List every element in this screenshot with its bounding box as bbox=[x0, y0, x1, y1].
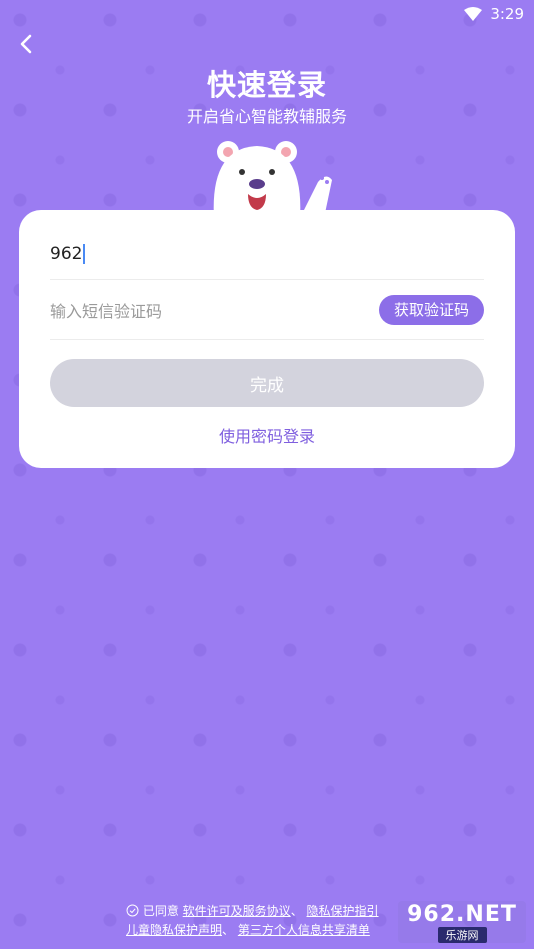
get-code-button[interactable]: 获取验证码 bbox=[378, 294, 484, 325]
child-privacy-link[interactable]: 儿童隐私保护声明 bbox=[126, 923, 222, 937]
watermark-bottom: 乐游网 bbox=[437, 926, 487, 943]
text-caret bbox=[83, 243, 86, 264]
done-button[interactable]: 完成 bbox=[50, 359, 484, 407]
chevron-left-icon bbox=[20, 34, 32, 54]
status-bar: 3:29 bbox=[0, 0, 534, 28]
watermark-logo: 962.NET 乐游网 bbox=[398, 901, 526, 943]
back-button[interactable] bbox=[12, 30, 40, 58]
wifi-icon bbox=[464, 7, 483, 21]
privacy-guide-link[interactable]: 隐私保护指引 bbox=[307, 904, 379, 918]
phone-input[interactable]: 962 bbox=[50, 228, 484, 280]
check-circle-icon[interactable] bbox=[126, 904, 139, 922]
password-login-link[interactable]: 使用密码登录 bbox=[19, 423, 515, 447]
page-title: 快速登录 bbox=[206, 68, 327, 102]
third-party-link[interactable]: 第三方个人信息共享清单 bbox=[238, 923, 370, 937]
status-time: 3:29 bbox=[490, 5, 524, 23]
watermark-top: 962.NET bbox=[407, 901, 517, 927]
license-link[interactable]: 软件许可及服务协议 bbox=[183, 904, 291, 918]
agreement-footer: 已同意 软件许可及服务协议、 隐私保护指引 儿童隐私保护声明、 第三方个人信息共… bbox=[126, 904, 379, 937]
page-subtitle: 开启省心智能教辅服务 bbox=[186, 107, 347, 126]
phone-input-value: 962 bbox=[50, 243, 83, 264]
sms-code-placeholder: 输入短信验证码 bbox=[50, 301, 163, 321]
agree-text: 已同意 bbox=[142, 904, 179, 918]
polar-bear-mascot bbox=[213, 141, 332, 218]
sms-code-field[interactable]: 输入短信验证码 获取验证码 bbox=[50, 280, 484, 340]
login-card: 962 输入短信验证码 获取验证码 完成 使用密码登录 bbox=[19, 210, 515, 468]
